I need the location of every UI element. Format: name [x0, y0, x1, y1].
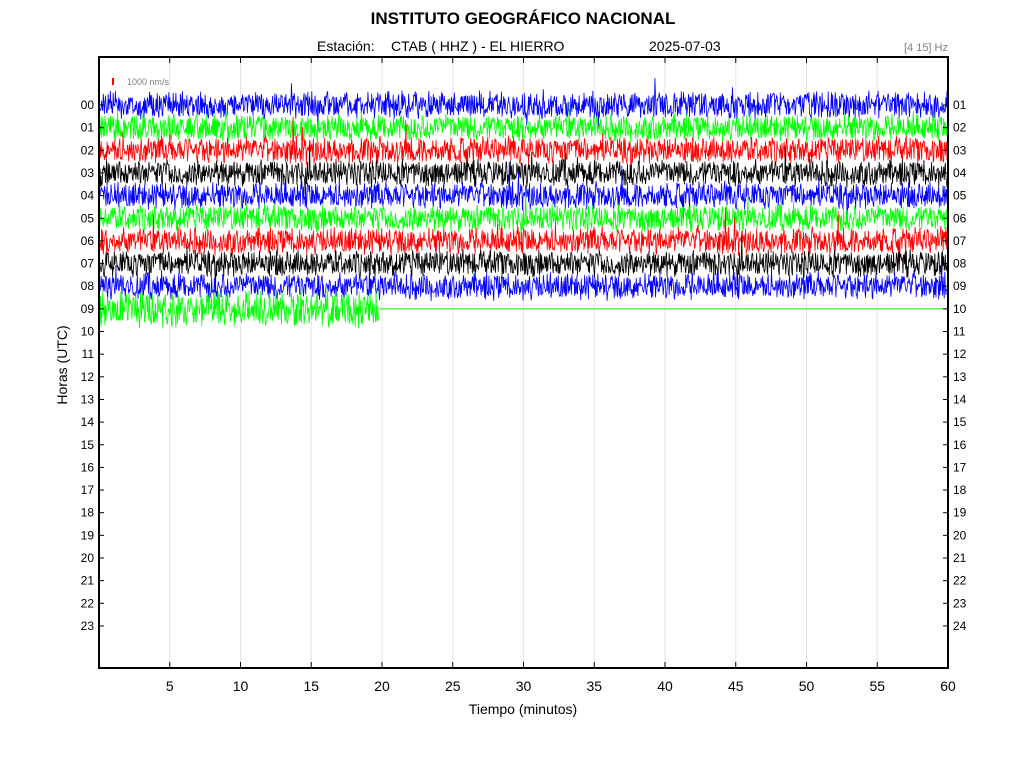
y-tick-label-right: 03	[953, 143, 967, 157]
y-tick-label-left: 07	[81, 257, 95, 271]
x-tick-label: 30	[516, 678, 532, 694]
y-tick-label-left: 22	[81, 596, 95, 610]
scale-bar-mark	[112, 78, 114, 85]
y-tick-label-left: 01	[81, 121, 95, 135]
y-tick-label-right: 15	[953, 415, 967, 429]
grid-lines	[169, 57, 878, 668]
y-tick-label-left: 18	[81, 506, 95, 520]
y-tick-label-left: 16	[81, 460, 95, 474]
y-tick-label-right: 14	[953, 392, 967, 406]
x-tick-label: 50	[799, 678, 815, 694]
y-tick-label-right: 19	[953, 506, 967, 520]
y-tick-label-right: 18	[953, 483, 967, 497]
x-tick-label: 35	[586, 678, 602, 694]
y-tick-label-left: 17	[81, 483, 95, 497]
y-tick-label-left: 21	[81, 574, 95, 588]
y-tick-label-right: 23	[953, 596, 967, 610]
seismogram-plot: 1000 nm/s 00 01 02 03 04 05 06 07 08 09 10 11 12 13 14…	[81, 56, 967, 694]
y-tick-label-right: 01	[953, 98, 967, 112]
x-tick-label: 15	[303, 678, 319, 694]
trace-hour-09	[99, 288, 380, 329]
y-tick-label-right: 11	[953, 325, 966, 339]
y-tick-label-right: 12	[953, 347, 967, 361]
y-ticks-right: 01 02 03 04 05 06 07 08 09 10 11 12 13 14 15 16 17 18 19 20…	[943, 98, 967, 633]
y-tick-label-left: 04	[81, 189, 95, 203]
x-tick-label: 5	[166, 678, 174, 694]
x-tick-label: 45	[728, 678, 744, 694]
x-tick-label: 25	[445, 678, 461, 694]
y-tick-label-left: 14	[81, 415, 95, 429]
x-tick-label: 40	[657, 678, 673, 694]
y-tick-label-left: 13	[81, 392, 95, 406]
y-tick-label-right: 09	[953, 279, 967, 293]
y-tick-label-left: 12	[81, 370, 95, 384]
y-tick-label-left: 06	[81, 234, 95, 248]
y-tick-label-left: 05	[81, 211, 95, 225]
y-tick-label-right: 17	[953, 460, 967, 474]
y-tick-label-right: 10	[953, 302, 967, 316]
y-tick-label-left: 11	[82, 347, 95, 361]
y-tick-label-left: 23	[81, 619, 95, 633]
y-tick-label-left: 15	[81, 438, 95, 452]
x-tick-label: 20	[374, 678, 390, 694]
y-tick-label-right: 16	[953, 438, 967, 452]
y-tick-label-right: 06	[953, 211, 967, 225]
scale-bar-label: 1000 nm/s	[127, 77, 170, 87]
y-tick-label-right: 05	[953, 189, 967, 203]
y-tick-label-left: 02	[81, 143, 95, 157]
x-tick-label: 60	[940, 678, 956, 694]
y-tick-label-right: 07	[953, 234, 967, 248]
y-tick-label-right: 02	[953, 121, 967, 135]
y-tick-label-left: 03	[81, 166, 95, 180]
y-tick-label-right: 22	[953, 574, 967, 588]
y-tick-label-left: 19	[81, 528, 95, 542]
y-tick-label-right: 13	[953, 370, 967, 384]
y-tick-label-left: 08	[81, 279, 95, 293]
y-tick-label-left: 10	[81, 325, 95, 339]
x-tick-label: 10	[233, 678, 249, 694]
y-tick-label-right: 08	[953, 257, 967, 271]
y-tick-label-left: 20	[81, 551, 95, 565]
y-tick-label-right: 04	[953, 166, 967, 180]
scale-bar: 1000 nm/s	[112, 77, 170, 87]
x-tick-label: 55	[869, 678, 885, 694]
y-tick-label-right: 24	[953, 619, 967, 633]
y-tick-label-left: 00	[81, 98, 95, 112]
y-tick-label-right: 21	[953, 551, 967, 565]
y-tick-label-left: 09	[81, 302, 95, 316]
y-tick-label-right: 20	[953, 528, 967, 542]
